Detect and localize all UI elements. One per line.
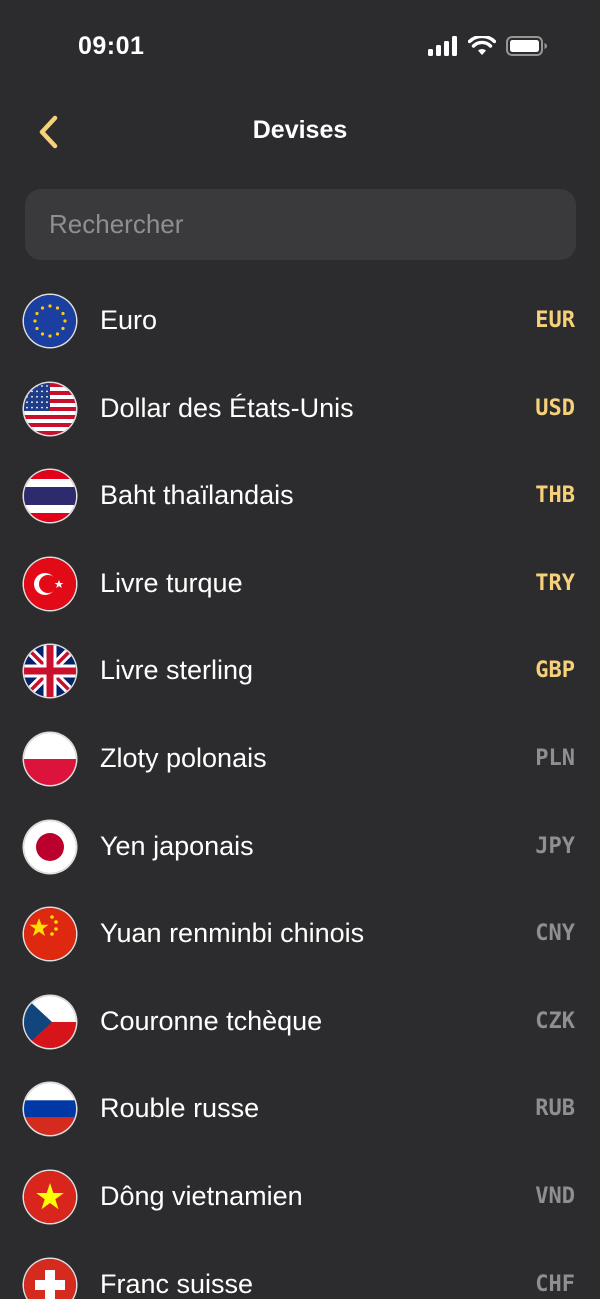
eu-flag-icon xyxy=(24,295,76,347)
ch-flag-icon xyxy=(24,1258,76,1299)
currency-name: Livre turque xyxy=(100,567,243,598)
currency-name: Euro xyxy=(100,305,158,335)
currency-code: TRY xyxy=(535,570,575,596)
currency-row[interactable]: Livre sterling GBP xyxy=(0,627,600,715)
cz-flag-icon xyxy=(24,995,76,1048)
nav-bar: Devises xyxy=(0,100,600,166)
currency-list: Euro EUR Dollar des États-Unis USD Baht thaï… xyxy=(0,277,600,1299)
currency-row[interactable]: Dông vietnamien VND xyxy=(0,1153,600,1241)
currencies-screen: 09:01 Devises Rechercher Euro EUR Dollar… xyxy=(0,0,600,1299)
currency-row[interactable]: Rouble russe RUB xyxy=(0,1065,600,1153)
currency-name: Dollar des États-Unis xyxy=(100,392,354,423)
currency-code: THB xyxy=(535,483,575,509)
currency-code: CZK xyxy=(535,1008,575,1034)
gb-flag-icon xyxy=(24,645,76,698)
currency-name: Zloty polonais xyxy=(100,742,267,773)
wifi-icon xyxy=(468,36,496,56)
currency-code: CNY xyxy=(535,921,575,947)
currency-name: Livre sterling xyxy=(100,655,254,686)
currency-row[interactable]: Euro EUR xyxy=(0,277,600,365)
currency-code: RUB xyxy=(535,1096,575,1122)
vn-flag-icon xyxy=(24,1170,76,1223)
jp-flag-icon xyxy=(24,820,76,873)
currency-code: GBP xyxy=(535,658,575,684)
search-input[interactable] xyxy=(25,189,576,260)
currency-row[interactable]: Yen japonais JPY xyxy=(0,803,600,891)
ru-flag-icon xyxy=(24,1083,76,1136)
cn-flag-icon xyxy=(24,908,76,961)
currency-code: JPY xyxy=(535,833,575,859)
currency-row[interactable]: Baht thaïlandais THB xyxy=(0,452,600,540)
currency-code: CHF xyxy=(535,1271,575,1297)
currency-name: Franc suisse xyxy=(100,1268,254,1299)
currency-code: PLN xyxy=(535,745,575,771)
currency-name: Baht thaïlandais xyxy=(100,480,294,511)
th-flag-icon xyxy=(24,470,76,523)
currency-row[interactable]: Franc suisse CHF xyxy=(0,1241,600,1299)
status-bar: 09:01 xyxy=(0,0,600,96)
currency-row[interactable]: Livre turque TRY xyxy=(0,540,600,628)
currency-code: EUR xyxy=(535,308,575,333)
tr-flag-icon xyxy=(24,557,76,610)
currency-code: VND xyxy=(535,1183,575,1209)
currency-name: Couronne tchèque xyxy=(100,1005,323,1036)
page-title: Devises xyxy=(252,116,348,144)
currency-row[interactable]: Couronne tchèque CZK xyxy=(0,978,600,1066)
currency-row[interactable]: Yuan renminbi chinois CNY xyxy=(0,890,600,978)
us-flag-icon xyxy=(24,382,76,435)
currency-code: USD xyxy=(535,395,575,421)
cellular-signal-icon xyxy=(428,36,458,56)
pl-flag-icon xyxy=(24,732,76,785)
status-time: 09:01 xyxy=(78,32,145,60)
currency-row[interactable]: Zloty polonais PLN xyxy=(0,715,600,803)
currency-name: Yuan renminbi chinois xyxy=(100,918,365,949)
currency-name: Dông vietnamien xyxy=(100,1180,303,1211)
currency-name: Rouble russe xyxy=(100,1093,260,1124)
status-icons xyxy=(428,36,548,56)
currency-row[interactable]: Dollar des États-Unis USD xyxy=(0,365,600,453)
battery-icon xyxy=(506,36,548,56)
currency-name: Yen japonais xyxy=(100,830,254,861)
